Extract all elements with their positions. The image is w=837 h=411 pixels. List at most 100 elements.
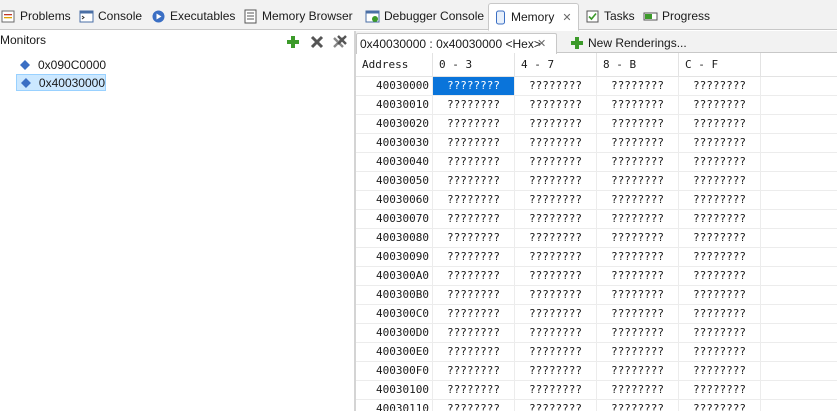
memory-cell[interactable]: ???????? [679,77,761,96]
tab-problems[interactable]: Problems [0,2,71,30]
memory-cell[interactable]: ???????? [679,267,761,286]
memory-cell[interactable]: ???????? [597,77,679,96]
memory-cell[interactable]: ???????? [597,286,679,305]
memory-cell[interactable]: ???????? [433,286,515,305]
memory-cell[interactable]: ???????? [515,381,597,400]
memory-cell[interactable]: ???????? [679,191,761,210]
memory-cell[interactable]: ???????? [515,96,597,115]
tab-tasks[interactable]: Tasks [584,2,635,30]
memory-cell[interactable]: ???????? [597,381,679,400]
memory-cell[interactable]: ???????? [679,172,761,191]
tab-memory[interactable]: Memory ✕ [488,3,579,31]
memory-cell[interactable]: ???????? [515,362,597,381]
monitor-item-selected[interactable]: 0x40030000 [16,74,106,91]
column-header-c-f[interactable]: C - F [679,53,761,77]
memory-cell[interactable]: ???????? [433,96,515,115]
row-filler [761,153,837,172]
memory-cell[interactable]: ???????? [679,362,761,381]
row-address: 40030100 [356,381,433,400]
rendering-tab-hex[interactable]: 0x40030000 : 0x40030000 <Hex> ✕ [356,33,557,54]
close-icon[interactable]: ✕ [562,11,571,24]
memory-cell[interactable]: ???????? [515,324,597,343]
memory-cell[interactable]: ???????? [433,77,515,96]
column-header-4-7[interactable]: 4 - 7 [515,53,597,77]
tab-executables[interactable]: Executables [150,2,235,30]
memory-cell[interactable]: ???????? [597,210,679,229]
memory-cell[interactable]: ???????? [679,400,761,411]
memory-cell[interactable]: ???????? [597,267,679,286]
add-monitor-icon[interactable] [285,34,301,50]
memory-cell[interactable]: ???????? [433,172,515,191]
memory-cell[interactable]: ???????? [433,153,515,172]
memory-cell[interactable]: ???????? [515,343,597,362]
memory-cell[interactable]: ???????? [597,248,679,267]
memory-cell[interactable]: ???????? [597,134,679,153]
memory-cell[interactable]: ???????? [433,324,515,343]
memory-cell[interactable]: ???????? [597,362,679,381]
memory-cell[interactable]: ???????? [433,343,515,362]
tab-debugger-console[interactable]: Debugger Console [364,2,484,30]
memory-cell[interactable]: ???????? [433,210,515,229]
memory-cell[interactable]: ???????? [433,191,515,210]
memory-cell[interactable]: ???????? [679,305,761,324]
memory-cell[interactable]: ???????? [679,324,761,343]
memory-cell[interactable]: ???????? [597,400,679,411]
tab-memory-browser[interactable]: Memory Browser [242,2,353,30]
memory-cell[interactable]: ???????? [433,400,515,411]
memory-cell[interactable]: ???????? [679,248,761,267]
memory-cell[interactable]: ???????? [679,381,761,400]
column-header-0-3[interactable]: 0 - 3 [433,53,515,77]
row-filler [761,248,837,267]
memory-cell[interactable]: ???????? [433,305,515,324]
memory-cell[interactable]: ???????? [433,362,515,381]
memory-cell[interactable]: ???????? [597,229,679,248]
memory-cell[interactable]: ???????? [597,172,679,191]
memory-cell[interactable]: ???????? [597,324,679,343]
memory-cell[interactable]: ???????? [433,229,515,248]
memory-cell[interactable]: ???????? [679,153,761,172]
memory-cell[interactable]: ???????? [515,115,597,134]
memory-browser-icon [244,9,257,24]
memory-cell[interactable]: ???????? [679,229,761,248]
memory-cell[interactable]: ???????? [515,286,597,305]
memory-cell[interactable]: ???????? [515,172,597,191]
column-header-address[interactable]: Address [356,53,433,77]
memory-cell[interactable]: ???????? [515,134,597,153]
memory-cell[interactable]: ???????? [515,248,597,267]
monitor-item[interactable]: 0x090C0000 [16,56,126,73]
memory-cell[interactable]: ???????? [597,191,679,210]
column-header-8-b[interactable]: 8 - B [597,53,679,77]
memory-cell[interactable]: ???????? [433,115,515,134]
memory-cell[interactable]: ???????? [515,400,597,411]
memory-cell[interactable]: ???????? [597,305,679,324]
memory-cell[interactable]: ???????? [433,267,515,286]
close-icon[interactable]: ✕ [537,37,546,50]
memory-cell[interactable]: ???????? [515,229,597,248]
memory-cell[interactable]: ???????? [433,381,515,400]
memory-cell[interactable]: ???????? [597,153,679,172]
row-filler [761,267,837,286]
memory-cell[interactable]: ???????? [515,77,597,96]
remove-all-monitors-icon[interactable] [332,34,348,50]
memory-cell[interactable]: ???????? [679,134,761,153]
memory-cell[interactable]: ???????? [679,210,761,229]
memory-cell[interactable]: ???????? [515,305,597,324]
memory-cell[interactable]: ???????? [433,134,515,153]
memory-cell[interactable]: ???????? [597,115,679,134]
memory-cell[interactable]: ???????? [515,191,597,210]
memory-cell[interactable]: ???????? [597,96,679,115]
tab-progress[interactable]: Progress [642,2,710,30]
memory-cell[interactable]: ???????? [515,210,597,229]
new-renderings-tab[interactable]: New Renderings... [566,33,687,53]
memory-cell[interactable]: ???????? [515,153,597,172]
memory-cell[interactable]: ???????? [679,115,761,134]
memory-cell[interactable]: ???????? [679,343,761,362]
remove-monitor-icon[interactable] [309,34,325,50]
memory-cell[interactable]: ???????? [597,343,679,362]
memory-cell[interactable]: ???????? [515,267,597,286]
memory-cell[interactable]: ???????? [679,96,761,115]
memory-cell[interactable]: ???????? [433,248,515,267]
memory-icon [496,10,505,25]
memory-cell[interactable]: ???????? [679,286,761,305]
tab-console[interactable]: Console [78,2,142,30]
